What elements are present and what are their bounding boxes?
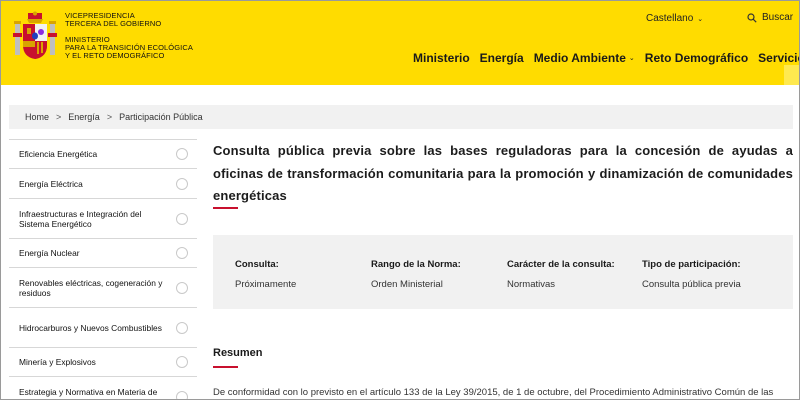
breadcrumb-energia[interactable]: Energía <box>68 112 100 122</box>
sidebar-item-hidrocarburos[interactable]: Hidrocarburos y Nuevos Combustibles <box>9 308 197 348</box>
nav-item-label: Medio Ambiente <box>533 51 626 65</box>
page-title: Consulta pública previa sobre las bases … <box>213 143 793 203</box>
scrollbar-track[interactable] <box>784 65 799 85</box>
resumen-underline <box>213 366 238 368</box>
sidebar-item-infraestructuras[interactable]: Infraestructuras e Integración del Siste… <box>9 199 197 239</box>
circle-icon <box>176 212 188 225</box>
circle-icon <box>176 281 188 294</box>
sidebar-item-electrica[interactable]: Energía Eléctrica <box>9 169 197 199</box>
nav-item-label: Reto Demográfico <box>644 51 749 65</box>
info-consulta: Consulta: Próximamente <box>235 259 296 290</box>
language-label: Castellano <box>646 13 694 24</box>
circle-icon <box>176 356 188 368</box>
chevron-right-icon: > <box>106 112 113 122</box>
search-icon <box>747 12 757 23</box>
sidebar-item-label: Minería y Explosivos <box>19 357 96 367</box>
sidebar-item-label: Estrategia y Normativa en Materia de Ene… <box>19 386 158 400</box>
gov-line: TERCERA DEL GOBIERNO <box>65 19 162 28</box>
info-value: Próximamente <box>235 279 297 290</box>
title-underline <box>213 207 238 209</box>
sidebar-item-label: Renovables eléctricas, cogeneración y re… <box>19 277 163 298</box>
sidebar-item-renovables[interactable]: Renovables eléctricas, cogeneración y re… <box>9 268 197 308</box>
sidebar-menu: Eficiencia Energética Energía Eléctrica … <box>9 139 197 400</box>
page-frame: VICEPRESIDENCIA TERCERA DEL GOBIERNO MIN… <box>0 0 800 400</box>
sidebar-item-label: Eficiencia Energética <box>19 149 98 159</box>
breadcrumb-current: Participación Pública <box>119 112 203 122</box>
info-tipo: Tipo de participación: Consulta pública … <box>642 259 741 290</box>
nav-item-label: Energía <box>479 51 524 65</box>
info-value: Normativas <box>507 279 556 290</box>
info-label: Rango de la Norma: <box>371 259 461 270</box>
chevron-down-icon: ⌄ <box>697 15 704 23</box>
sidebar-item-label: Hidrocarburos y Nuevos Combustibles <box>19 322 162 333</box>
ministry-name[interactable]: VICEPRESIDENCIA TERCERA DEL GOBIERNO MIN… <box>65 12 193 60</box>
site-header: VICEPRESIDENCIA TERCERA DEL GOBIERNO MIN… <box>1 1 799 85</box>
nav-item-servicios[interactable]: Servicios ⌄ <box>758 51 799 65</box>
main-nav: Ministerio Energía Medio Ambiente ⌄ Reto… <box>413 51 799 65</box>
chevron-right-icon: > <box>56 112 62 122</box>
nav-item-medio-ambiente[interactable]: Medio Ambiente ⌄ <box>534 51 635 65</box>
language-selector[interactable]: Castellano ⌄ <box>646 13 703 24</box>
breadcrumb: Home > Energía > Participación Pública <box>9 105 793 129</box>
info-label: Carácter de la consulta: <box>507 259 615 270</box>
circle-icon <box>176 390 188 399</box>
nav-item-energia[interactable]: Energía <box>480 51 524 65</box>
chevron-down-icon: ⌄ <box>628 55 635 62</box>
nav-item-label: Ministerio <box>413 51 470 65</box>
sidebar-item-nuclear[interactable]: Energía Nuclear <box>9 239 197 268</box>
resumen-text: De conformidad con lo previsto en el art… <box>213 387 774 398</box>
sidebar-item-label: Energía Nuclear <box>19 248 80 258</box>
search-button[interactable]: Buscar <box>747 12 793 23</box>
breadcrumb-home[interactable]: Home <box>25 112 49 122</box>
sidebar-item-label: Infraestructuras e Integración del Siste… <box>19 208 142 229</box>
info-rango: Rango de la Norma: Orden Ministerial <box>371 259 461 290</box>
circle-icon <box>176 321 188 334</box>
info-label: Consulta: <box>235 259 279 270</box>
info-value: Consulta pública previa <box>642 279 741 290</box>
circle-icon <box>176 148 188 160</box>
circle-icon <box>176 247 188 259</box>
sidebar-item-mineria[interactable]: Minería y Explosivos <box>9 348 197 377</box>
info-label: Tipo de participación: <box>642 259 741 270</box>
sidebar-item-estrategia[interactable]: Estrategia y Normativa en Materia de Ene… <box>9 377 197 400</box>
consultation-info-box: Consulta: Próximamente Rango de la Norma… <box>213 235 793 309</box>
nav-item-ministerio[interactable]: Ministerio <box>413 51 470 65</box>
sidebar-item-eficiencia[interactable]: Eficiencia Energética <box>9 140 197 169</box>
gov-line: Y EL RETO DEMOGRÁFICO <box>65 51 165 60</box>
resumen-heading: Resumen <box>213 347 263 359</box>
info-value: Orden Ministerial <box>371 279 443 290</box>
coat-of-arms-icon[interactable] <box>13 11 57 61</box>
circle-icon <box>176 177 188 190</box>
search-label: Buscar <box>762 12 794 23</box>
nav-item-reto-demografico[interactable]: Reto Demográfico <box>645 51 748 65</box>
nav-item-label: Servicios <box>758 51 799 65</box>
info-caracter: Carácter de la consulta: Normativas <box>507 259 615 290</box>
sidebar-item-label: Energía Eléctrica <box>19 178 83 189</box>
